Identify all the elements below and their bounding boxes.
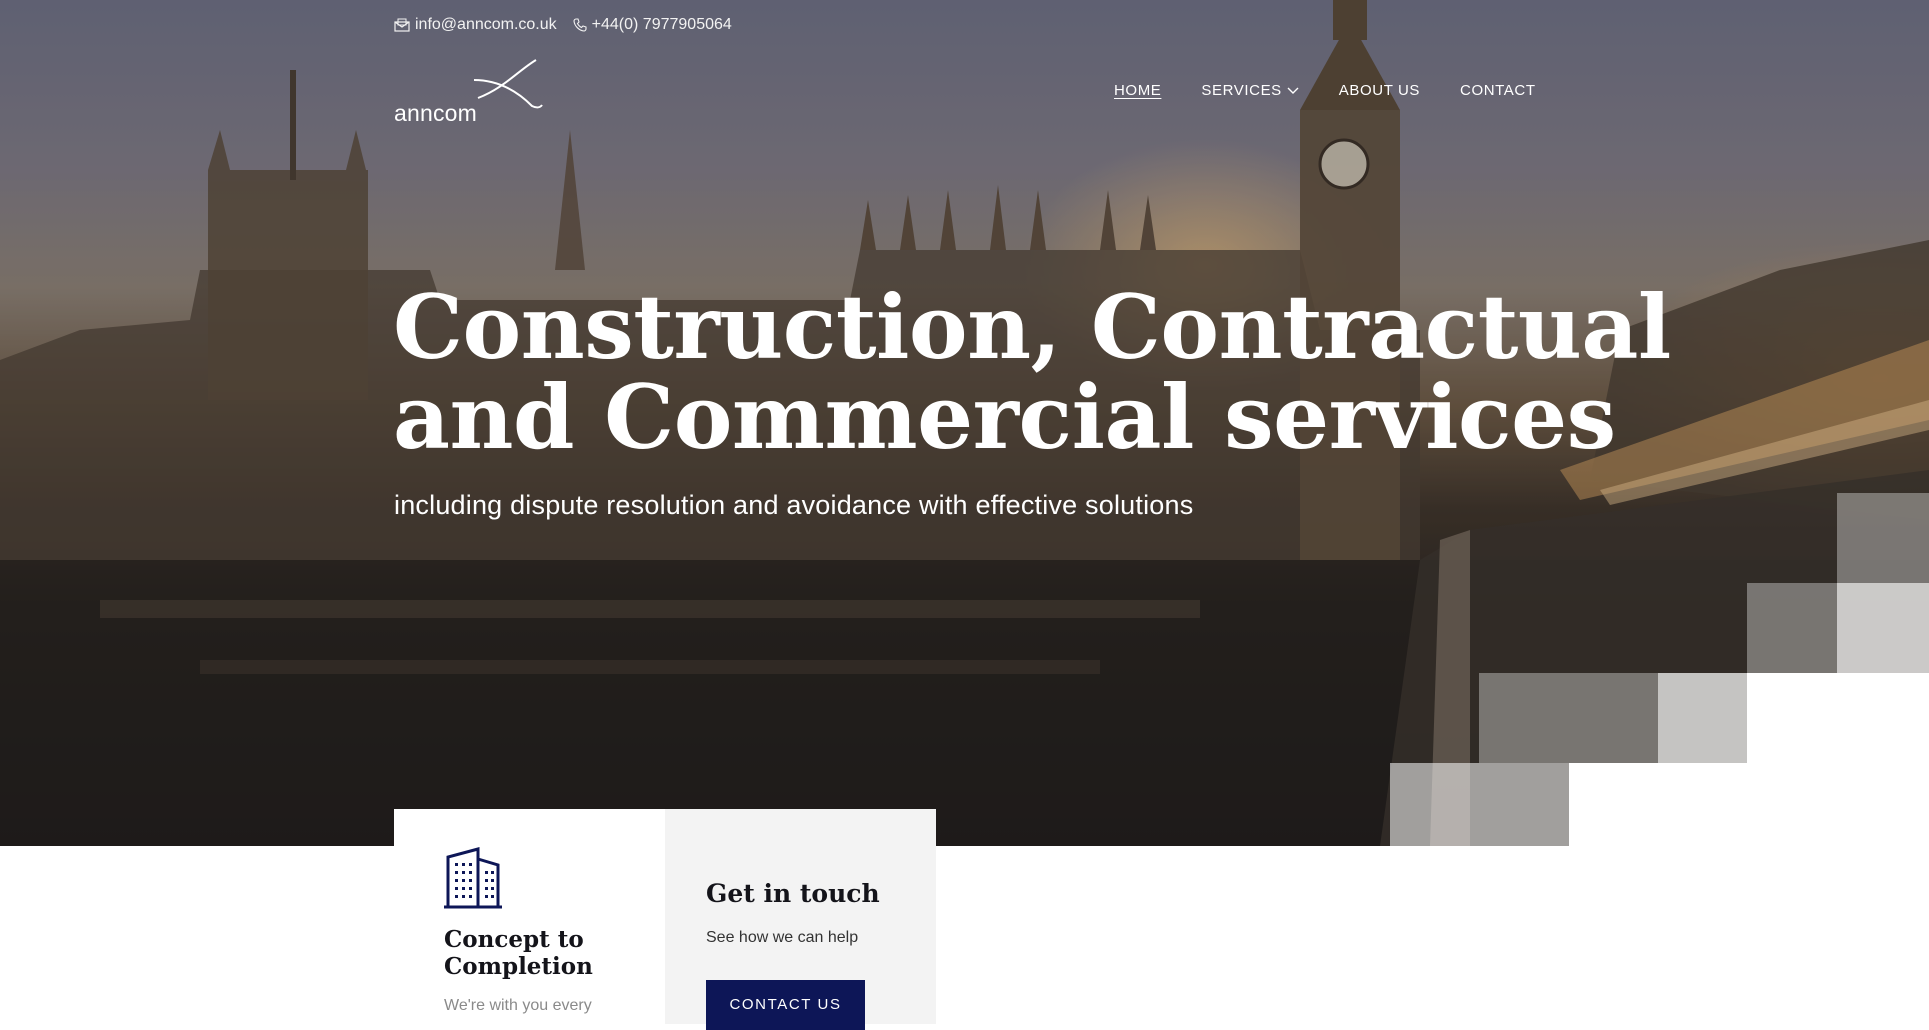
nav-services-label: SERVICES	[1201, 82, 1282, 99]
contact-us-button[interactable]: CONTACT US	[706, 980, 865, 1030]
nav-home[interactable]: HOME	[1114, 82, 1161, 99]
decor-step	[1837, 583, 1929, 673]
nav-contact-label: CONTACT	[1460, 82, 1536, 99]
hero-subheadline: including dispute resolution and avoidan…	[394, 490, 1194, 520]
get-in-touch-title: Get in touch	[706, 879, 880, 908]
nav-services[interactable]: SERVICES	[1201, 82, 1299, 99]
email-text: info@anncom.co.uk	[415, 16, 557, 33]
phone-icon	[573, 18, 587, 32]
logo[interactable]: anncom	[394, 58, 554, 128]
building-icon	[444, 847, 502, 909]
decor-step	[1747, 673, 1929, 763]
get-in-touch-description: See how we can help	[706, 929, 859, 946]
phone-link[interactable]: +44(0) 7977905064	[573, 16, 732, 34]
envelope-icon	[394, 18, 410, 32]
logo-mark-icon	[474, 59, 543, 109]
decor-step	[1479, 673, 1658, 763]
concept-card: Concept to Completion We're with you eve…	[394, 809, 665, 1024]
main-nav: HOME SERVICES ABOUT US CONTACT	[1114, 82, 1536, 99]
nav-contact[interactable]: CONTACT	[1460, 82, 1536, 99]
chevron-down-icon	[1287, 87, 1299, 94]
top-contact-bar: info@anncom.co.uk +44(0) 7977905064	[394, 15, 748, 35]
phone-text: +44(0) 7977905064	[591, 16, 732, 33]
decor-step	[1747, 583, 1837, 673]
concept-card-title: Concept to Completion	[444, 926, 593, 980]
email-link[interactable]: info@anncom.co.uk	[394, 16, 557, 34]
decor-step	[1390, 763, 1569, 846]
decor-step	[1569, 763, 1929, 846]
decor-step	[1658, 673, 1747, 763]
logo-text: anncom	[394, 100, 478, 126]
get-in-touch-card: Get in touch See how we can help CONTACT…	[665, 809, 936, 1030]
hero-headline-line1: Construction, Contractual	[393, 275, 1671, 379]
nav-about-label: ABOUT US	[1338, 82, 1421, 99]
hero-headline: Construction, Contractual and Commercial…	[393, 275, 1671, 469]
nav-about[interactable]: ABOUT US	[1339, 82, 1420, 99]
hero-headline-line2: and Commercial services	[393, 365, 1616, 469]
nav-home-label: HOME	[1114, 82, 1162, 99]
decor-step	[1837, 493, 1929, 583]
concept-card-description: We're with you every	[444, 997, 592, 1014]
